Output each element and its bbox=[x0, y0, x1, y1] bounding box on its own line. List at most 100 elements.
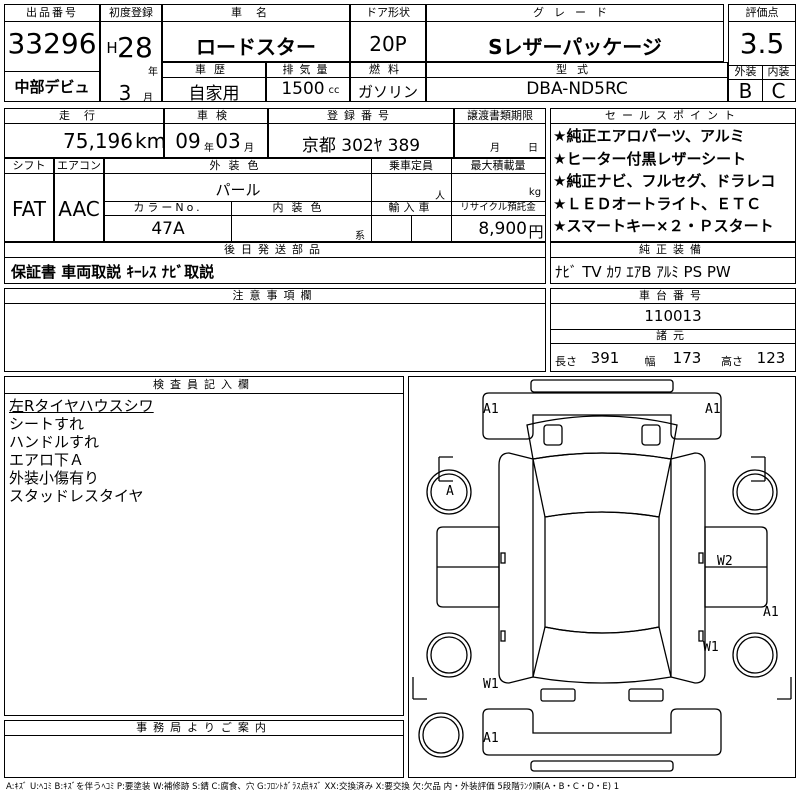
history-label: 車歴 bbox=[195, 63, 233, 76]
inspection-box: 車検 09 年 03 月 bbox=[164, 108, 268, 158]
insp-month-unit: 月 bbox=[244, 143, 254, 154]
displacement-unit: cc bbox=[328, 85, 340, 96]
grade-label: グレード bbox=[533, 6, 617, 19]
lot-number: 33296 bbox=[7, 27, 97, 60]
damage-mark: A1 bbox=[763, 605, 779, 620]
first-reg-box: 初度登録 H 28 年 3 月 bbox=[100, 4, 162, 105]
office-label: 事務局よりご案内 bbox=[136, 721, 272, 734]
followup-text: 保証書 車両取説 ｷｰﾚｽ ﾅﾋﾞ取説 bbox=[11, 263, 215, 281]
fuel: ガソリン bbox=[357, 83, 418, 101]
shift-label: シフト bbox=[12, 159, 46, 172]
mileage-box: 走行 75,196 km bbox=[4, 108, 167, 158]
model: DBA-ND5RC bbox=[526, 79, 628, 99]
width-label: 幅 bbox=[644, 355, 656, 368]
insp-year-unit: 年 bbox=[204, 143, 214, 154]
car-diagram: A1 A1 A W2 A1 W1 W1 A1 bbox=[408, 376, 796, 778]
lot-box: 出品番号 33296 中部デビュ bbox=[4, 4, 100, 102]
displacement-box: 排気量 1500 cc bbox=[266, 62, 350, 102]
transfer-box: 譲渡書類期限 月 日 bbox=[454, 108, 546, 158]
inspector-box: 検査員記入欄 左Rタイヤハウスシワ シートすれ ハンドルすれ エアロ下Ａ 外装小… bbox=[4, 376, 404, 716]
first-reg-label: 初度登録 bbox=[109, 6, 153, 19]
colors-box: 外装色 パール 乗車定員 人 最大積載量 kg カラーNo. 47A 内装色 系… bbox=[104, 158, 546, 242]
sales-points-box: セールスポイント ★純正エアロパーツ、アルミ ★ヒーター付黒レザーシート ★純正… bbox=[550, 108, 796, 242]
chassis-label: 車台番号 bbox=[639, 289, 707, 302]
int-color-unit: 系 bbox=[355, 231, 365, 242]
sales-point: ★純正エアロパーツ、アルミ bbox=[553, 127, 745, 145]
grade: Sレザーパッケージ bbox=[488, 35, 662, 59]
ac: AAC bbox=[58, 197, 100, 221]
transfer-label: 譲渡書類期限 bbox=[467, 109, 533, 122]
model-label: 型式 bbox=[556, 63, 598, 76]
damage-mark: W1 bbox=[483, 677, 499, 692]
displacement: 1500 bbox=[281, 79, 325, 99]
length-value: 391 bbox=[590, 349, 620, 367]
first-reg-year: 28 bbox=[117, 31, 153, 64]
height-value: 123 bbox=[756, 349, 786, 367]
car-name-box: 車名 ロードスター bbox=[162, 4, 350, 62]
sales-points-label: セールスポイント bbox=[605, 109, 741, 122]
mileage-unit: km bbox=[135, 129, 167, 153]
debut-badge: 中部デビュ bbox=[14, 78, 90, 96]
equipment-box: 純正装備 ﾅﾋﾞ TV ｶﾜ ｴｱB ｱﾙﾐ PS PW bbox=[550, 242, 796, 284]
damage-mark: W1 bbox=[703, 640, 719, 655]
notes-box: 注意事項欄 bbox=[4, 288, 546, 372]
insp-month: 03 bbox=[215, 129, 241, 153]
damage-mark: A1 bbox=[705, 402, 721, 417]
car-diagram-svg bbox=[412, 379, 792, 772]
displacement-label: 排気量 bbox=[282, 63, 334, 76]
transfer-month-unit: 月 bbox=[490, 143, 500, 154]
score-label: 評価点 bbox=[745, 6, 779, 19]
fuel-label: 燃料 bbox=[369, 63, 407, 76]
first-reg-month-unit: 月 bbox=[143, 93, 153, 104]
damage-mark: A bbox=[446, 484, 454, 499]
reg-box: 登録番号 京都 302ﾔ 389 bbox=[268, 108, 454, 158]
sales-point: ★ＬＥＤオートライト、ＥＴＣ bbox=[553, 194, 762, 213]
score-value: 3.5 bbox=[739, 27, 785, 60]
load-unit: kg bbox=[528, 187, 542, 198]
int-color-label: 内装色 bbox=[272, 201, 330, 214]
score-box: 評価点 3.5 外装 内装 B C bbox=[728, 4, 796, 103]
door-box: ドア形状 20P bbox=[350, 4, 426, 62]
shift-box: シフト FAT bbox=[4, 158, 54, 242]
mileage-label: 走行 bbox=[59, 109, 109, 122]
sales-point: ★スマートキー×２・Ｐスタート bbox=[553, 217, 774, 235]
load-label: 最大積載量 bbox=[470, 159, 526, 172]
ac-label: エアコン bbox=[57, 159, 101, 172]
exterior-grade: B bbox=[738, 79, 753, 103]
grade-box: グレード Sレザーパッケージ bbox=[426, 4, 724, 62]
inspector-line: 左Rタイヤハウスシワ bbox=[9, 397, 154, 415]
door-label: ドア形状 bbox=[366, 6, 410, 19]
mileage: 75,196 bbox=[63, 129, 133, 153]
equipment-label: 純正装備 bbox=[639, 243, 707, 256]
equipment-text: ﾅﾋﾞ TV ｶﾜ ｴｱB ｱﾙﾐ PS PW bbox=[555, 263, 731, 281]
ext-color: パール bbox=[215, 181, 261, 199]
sales-point: ★ヒーター付黒レザーシート bbox=[553, 149, 747, 168]
inspector-line: スタッドレスタイヤ bbox=[9, 487, 144, 505]
inspector-line: エアロ下Ａ bbox=[9, 451, 85, 469]
sales-points-list: ★純正エアロパーツ、アルミ ★ヒーター付黒レザーシート ★純正ナビ、フルセグ、ド… bbox=[553, 125, 795, 238]
followup-label: 後日発送部品 bbox=[224, 243, 326, 256]
capacity-unit: 人 bbox=[435, 191, 445, 202]
exterior-label: 外装 bbox=[734, 65, 757, 78]
import-label: 輸入車 bbox=[388, 201, 434, 214]
transfer-day-unit: 日 bbox=[528, 143, 538, 154]
chassis-number: 110013 bbox=[644, 307, 702, 325]
door-type: 20P bbox=[369, 32, 407, 56]
recycle: 8,900 bbox=[478, 219, 527, 239]
damage-mark: W2 bbox=[717, 554, 733, 569]
inspection-label: 車検 bbox=[197, 109, 235, 122]
history-box: 車歴 自家用 bbox=[162, 62, 266, 104]
fuel-box: 燃料 ガソリン bbox=[350, 62, 426, 102]
length-label: 長さ bbox=[555, 355, 577, 368]
insp-year: 09 bbox=[175, 129, 201, 153]
inspector-line: ハンドルすれ bbox=[9, 433, 100, 451]
inspector-line: 外装小傷有り bbox=[9, 469, 100, 487]
recycle-label: リサイクル預託金 bbox=[460, 202, 536, 213]
ac-box: エアコン AAC bbox=[54, 158, 104, 242]
ext-color-label: 外装色 bbox=[209, 159, 267, 172]
inspector-label: 検査員記入欄 bbox=[153, 378, 255, 391]
color-no: 47A bbox=[151, 219, 185, 239]
followup-box: 後日発送部品 保証書 車両取説 ｷｰﾚｽ ﾅﾋﾞ取説 bbox=[4, 242, 546, 284]
history: 自家用 bbox=[188, 84, 240, 104]
damage-mark: A1 bbox=[483, 402, 499, 417]
